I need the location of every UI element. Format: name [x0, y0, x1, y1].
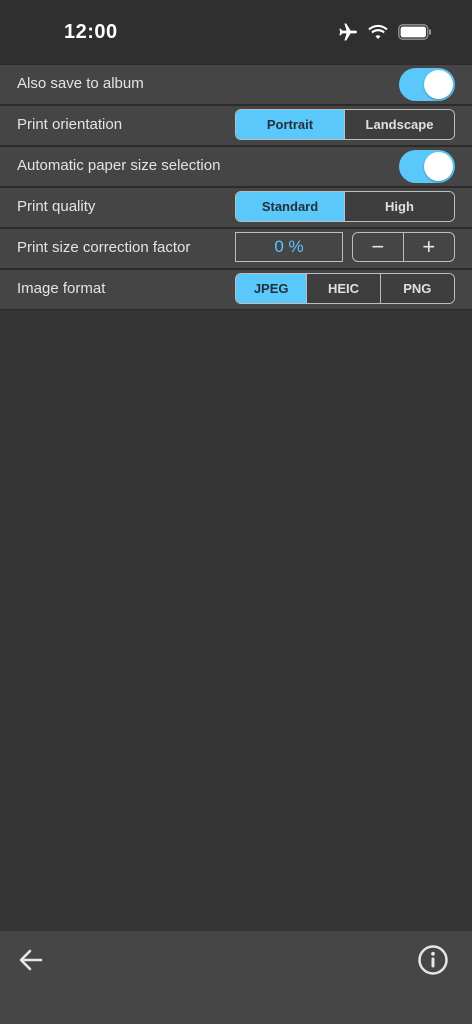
screen: 12:00 Also save to album Print orientati… [0, 0, 472, 1024]
info-button[interactable] [417, 944, 449, 976]
info-circle-icon [417, 945, 449, 980]
status-icons [338, 22, 432, 42]
back-button[interactable] [17, 946, 45, 974]
setting-row-auto-paper-size: Automatic paper size selection [0, 146, 472, 187]
save-to-album-toggle[interactable] [399, 68, 455, 101]
toggle-knob [424, 152, 453, 181]
auto-paper-size-toggle[interactable] [399, 150, 455, 183]
arrow-left-icon [17, 949, 45, 978]
image-format-segmented-control: JPEG HEIC PNG [235, 273, 455, 304]
status-time: 12:00 [64, 21, 118, 43]
print-quality-segmented-control: Standard High [235, 191, 455, 222]
increment-button[interactable]: + [404, 233, 455, 261]
toggle-knob [424, 70, 453, 99]
setting-row-print-orientation: Print orientation Portrait Landscape [0, 105, 472, 146]
decrement-button[interactable]: − [353, 233, 404, 261]
format-jpeg-segment[interactable]: JPEG [236, 274, 308, 303]
print-orientation-segmented-control: Portrait Landscape [235, 109, 455, 140]
format-heic-segment[interactable]: HEIC [307, 274, 381, 303]
print-quality-label: Print quality [17, 198, 96, 215]
orientation-portrait-segment[interactable]: Portrait [236, 110, 345, 139]
size-correction-label: Print size correction factor [17, 239, 191, 256]
settings-list: Also save to album Print orientation Por… [0, 64, 472, 310]
wifi-icon [368, 24, 388, 40]
bottom-toolbar [0, 931, 472, 1024]
quality-standard-segment[interactable]: Standard [236, 192, 345, 221]
quality-high-segment[interactable]: High [345, 192, 454, 221]
format-png-segment[interactable]: PNG [380, 274, 454, 303]
orientation-landscape-segment[interactable]: Landscape [345, 110, 454, 139]
setting-row-print-quality: Print quality Standard High [0, 187, 472, 228]
setting-row-image-format: Image format JPEG HEIC PNG [0, 269, 472, 310]
size-correction-value: 0 % [235, 232, 343, 262]
auto-paper-size-label: Automatic paper size selection [17, 157, 221, 174]
airplane-icon [338, 22, 358, 42]
battery-icon [398, 24, 432, 40]
size-correction-stepper: − + [352, 232, 455, 262]
image-format-label: Image format [17, 280, 106, 297]
setting-row-size-correction: Print size correction factor 0 % − + [0, 228, 472, 269]
save-to-album-label: Also save to album [17, 75, 144, 92]
print-orientation-label: Print orientation [17, 116, 123, 133]
status-bar: 12:00 [0, 0, 472, 64]
setting-row-save-to-album: Also save to album [0, 64, 472, 105]
